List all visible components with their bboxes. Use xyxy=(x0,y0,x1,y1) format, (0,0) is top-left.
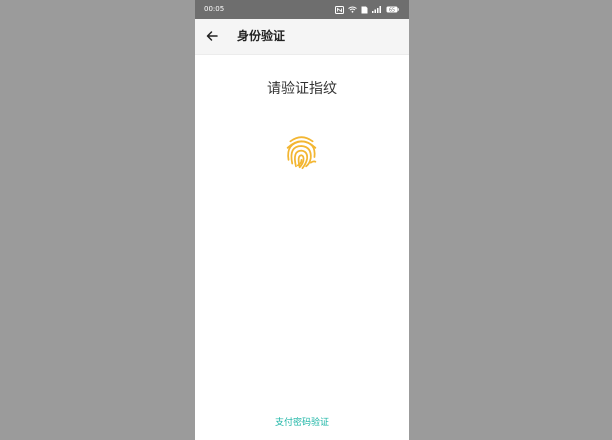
fingerprint-prompt: 请验证指纹 xyxy=(267,81,337,97)
app-bar: 身份验证 xyxy=(195,19,409,55)
pay-password-verify-link[interactable]: 支付密码验证 xyxy=(195,415,409,428)
back-button[interactable] xyxy=(201,25,223,47)
battery-level: 65 xyxy=(389,7,395,13)
page-title: 身份验证 xyxy=(237,29,286,43)
signal-icon xyxy=(372,6,381,13)
arrow-left-icon xyxy=(206,31,218,41)
phone-screen: 00:05 65 身份验证 请验证指纹 支付密码验证 xyxy=(195,0,409,440)
status-time: 00:05 xyxy=(204,5,225,13)
status-bar: 00:05 65 xyxy=(195,0,409,19)
fingerprint-icon[interactable] xyxy=(283,133,320,170)
battery-icon: 65 xyxy=(386,6,399,13)
nfc-icon xyxy=(335,5,344,14)
sim-icon xyxy=(361,6,368,13)
status-icons: 65 xyxy=(335,0,399,19)
wifi-icon xyxy=(348,6,357,13)
